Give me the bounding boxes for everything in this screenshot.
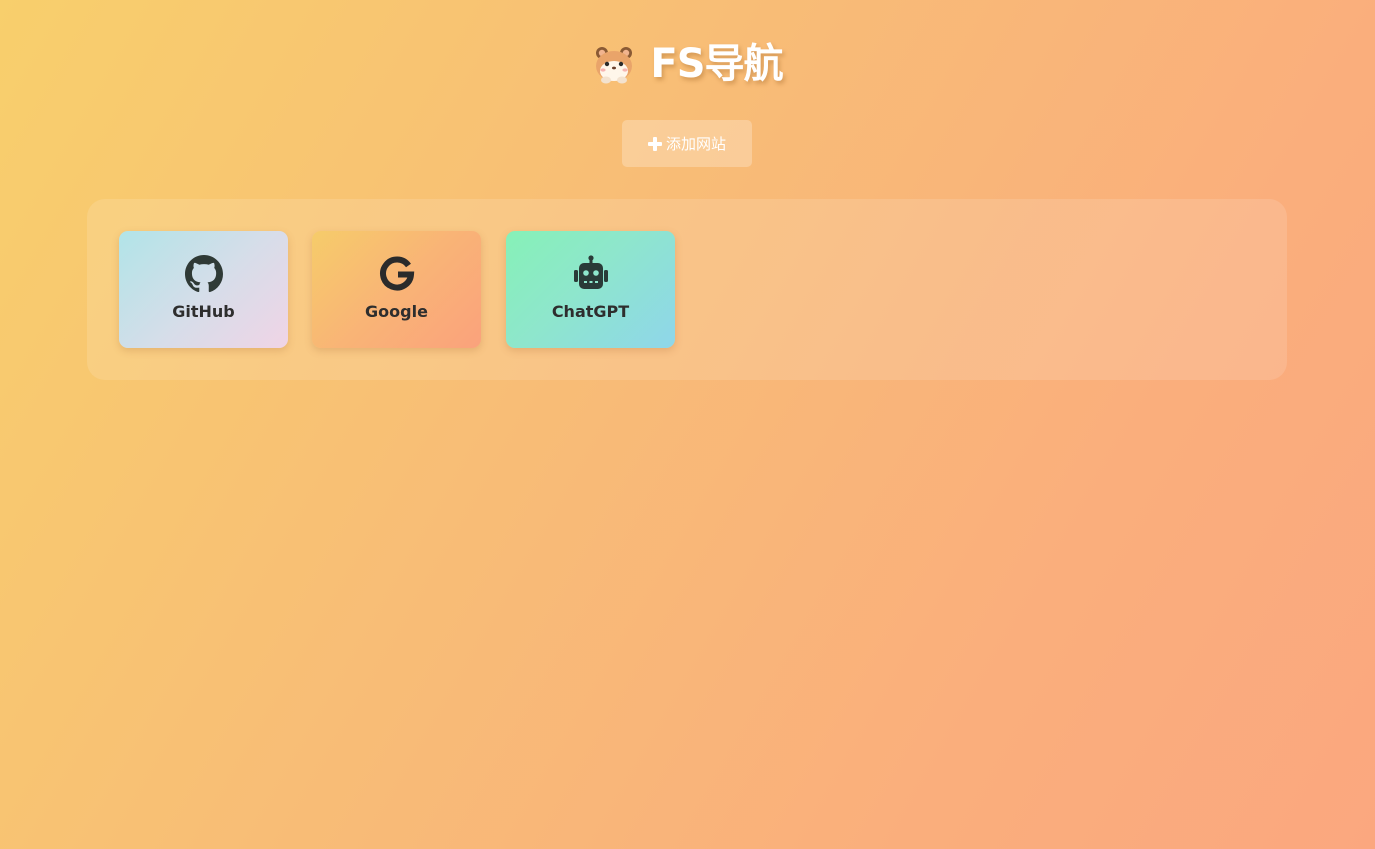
site-card-label: GitHub	[172, 302, 235, 321]
add-site-label: 添加网站	[665, 135, 726, 153]
google-icon	[379, 256, 414, 291]
plus-icon	[647, 136, 662, 151]
page-title: FS导航	[650, 41, 783, 87]
page-header: FS导航	[0, 38, 1375, 90]
site-card-chatgpt[interactable]: ChatGPT	[506, 231, 675, 348]
add-site-button[interactable]: 添加网站	[622, 120, 752, 167]
hamster-icon	[596, 47, 633, 84]
site-card-google[interactable]: Google	[312, 231, 481, 348]
site-card-github[interactable]: GitHub	[119, 231, 288, 348]
github-icon	[184, 255, 223, 293]
sites-panel: GitHub Google ChatGPT	[87, 199, 1287, 380]
robot-icon	[573, 255, 608, 289]
site-card-label: ChatGPT	[551, 302, 630, 321]
site-card-label: Google	[365, 302, 428, 321]
